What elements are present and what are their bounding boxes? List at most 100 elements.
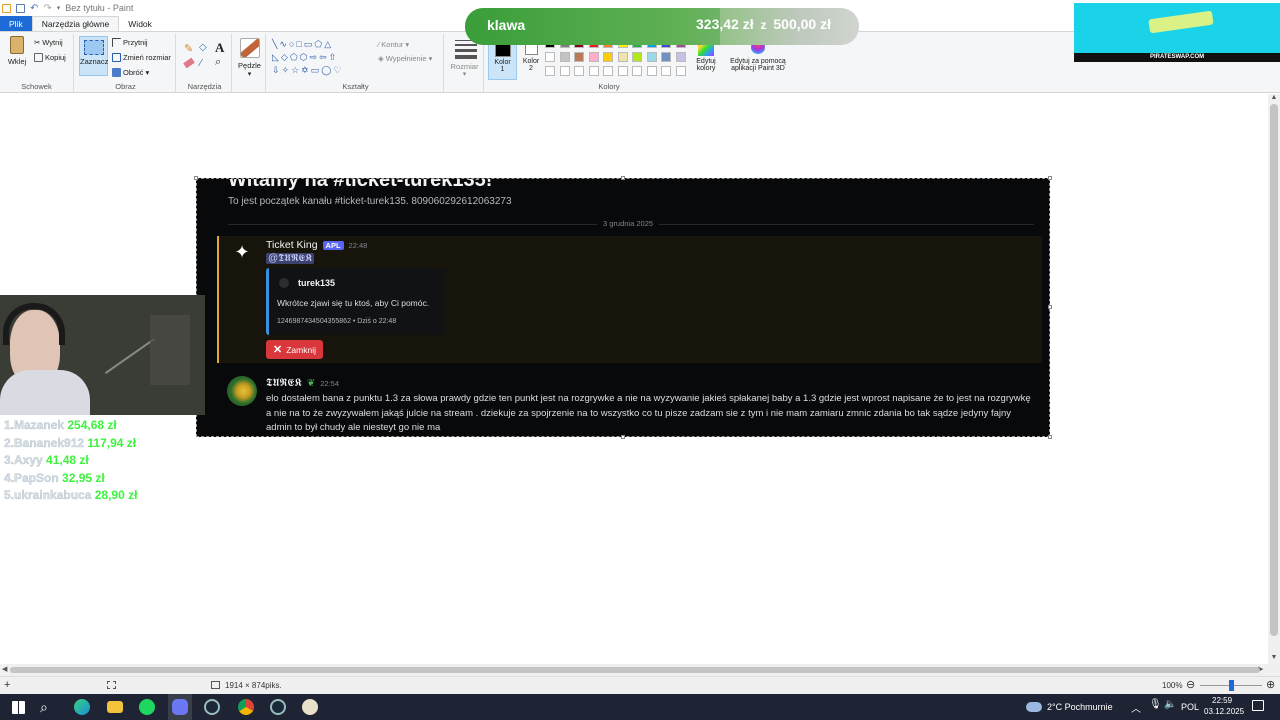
curve-shape-icon[interactable]: ∿ <box>279 39 289 49</box>
pentagon-shape-icon[interactable]: ⬠ <box>290 52 300 62</box>
windows-start-icon[interactable] <box>12 701 25 714</box>
diamond-shape-icon[interactable]: ◇ <box>281 52 290 62</box>
spotify-icon[interactable] <box>139 699 155 715</box>
copy-button[interactable]: Kopiuj <box>34 53 66 62</box>
triangle-shape-icon[interactable]: △ <box>324 39 333 49</box>
pencil-icon[interactable]: ✎ <box>184 42 193 55</box>
palette-swatch[interactable] <box>545 52 555 62</box>
oval-callout-shape-icon[interactable]: ◯ <box>321 65 333 75</box>
message-author[interactable]: Ticket King <box>266 239 318 251</box>
message-author[interactable]: 𝕿𝖀𝕽𝕰𝕶 <box>266 377 302 390</box>
palette-swatch-empty[interactable] <box>545 66 555 76</box>
brushes-group[interactable]: Pędzle ▾ <box>234 34 266 92</box>
zoom-out-icon[interactable]: ⊖ <box>1186 678 1195 691</box>
text-tool-icon[interactable]: A <box>215 40 224 56</box>
volume-icon[interactable]: 🔈 <box>1164 699 1176 710</box>
selection-handle[interactable] <box>621 435 625 439</box>
paste-button[interactable]: Wklej <box>4 36 30 76</box>
palette-swatch-empty[interactable] <box>646 66 657 76</box>
top-donors-board: 1.Mazanek 254,68 zł 2.Bananek912 117,94 z… <box>4 418 204 506</box>
palette-swatch-empty[interactable] <box>559 66 570 76</box>
arrow-up-shape-icon[interactable]: ⇧ <box>329 52 339 62</box>
selection-handle[interactable] <box>1048 435 1052 439</box>
rectangle-shape-icon[interactable]: □ <box>296 39 303 49</box>
palette-swatch-empty[interactable] <box>574 66 584 76</box>
zoom-in-icon[interactable]: ⊕ <box>1266 678 1275 691</box>
selection-handle[interactable] <box>1048 176 1052 180</box>
weather-text[interactable]: 2°C Pochmurnie <box>1047 702 1113 712</box>
tab-home[interactable]: Narzędzia główne <box>31 16 120 31</box>
rotate-button[interactable]: Obróć ▾ <box>112 68 149 77</box>
palette-swatch-empty[interactable] <box>632 66 642 76</box>
steam-icon[interactable] <box>270 699 286 715</box>
palette-swatch-empty[interactable] <box>661 66 671 76</box>
palette-swatch[interactable] <box>632 52 642 62</box>
magnifier-icon[interactable]: ⌕ <box>215 56 221 69</box>
chevron-up-icon[interactable]: ︿ <box>1131 700 1141 715</box>
zoom-slider-thumb[interactable] <box>1229 680 1234 691</box>
palette-swatch-empty[interactable] <box>588 66 599 76</box>
palette-swatch[interactable] <box>603 52 613 62</box>
microphone-icon[interactable]: 🎙 <box>1149 699 1162 710</box>
arrow-down-shape-icon[interactable]: ⇩ <box>272 65 282 75</box>
scroll-left-icon[interactable]: ◀ <box>2 665 7 673</box>
palette-swatch[interactable] <box>588 52 599 62</box>
undo-icon[interactable]: ↶ <box>30 3 38 14</box>
palette-swatch[interactable] <box>574 52 584 62</box>
scroll-up-icon[interactable]: ▲ <box>1268 94 1280 101</box>
close-ticket-button[interactable]: ✕ Zamknij <box>266 340 323 359</box>
hexagon-shape-icon[interactable]: ⬡ <box>300 52 310 62</box>
search-icon[interactable]: ⌕ <box>40 699 56 715</box>
palette-swatch[interactable] <box>617 52 628 62</box>
heart-shape-icon[interactable]: ♡ <box>333 65 343 75</box>
selection-handle[interactable] <box>194 176 198 180</box>
notifications-icon[interactable] <box>1252 700 1264 711</box>
chrome-icon[interactable] <box>238 699 254 715</box>
eraser-icon[interactable] <box>183 57 195 69</box>
palette-swatch[interactable] <box>661 52 671 62</box>
palette-swatch-empty[interactable] <box>617 66 628 76</box>
file-explorer-icon[interactable] <box>107 701 123 713</box>
quick-access-dropdown-icon[interactable]: ▾ <box>57 4 61 12</box>
rounded-rectangle-shape-icon[interactable]: ▭ <box>304 39 315 49</box>
palette-swatch-empty[interactable] <box>675 66 686 76</box>
star4-shape-icon[interactable]: ✧ <box>282 65 292 75</box>
selection-handle[interactable] <box>621 176 625 180</box>
steam-icon[interactable] <box>204 699 220 715</box>
palette-swatch[interactable] <box>675 52 686 62</box>
pasted-image-selection[interactable]: Witamy na #ticket-turek135! To jest pocz… <box>196 178 1050 437</box>
save-icon[interactable] <box>16 3 25 13</box>
resize-button[interactable]: Zmień rozmiar <box>112 53 171 62</box>
callout-shape-icon[interactable]: ▭ <box>311 65 322 75</box>
outline-button[interactable]: ⁄ Kontur ▾ <box>378 40 409 49</box>
edge-icon[interactable] <box>74 699 90 715</box>
arrow-right-shape-icon[interactable]: ⇨ <box>310 52 320 62</box>
select-button[interactable]: Zaznacz <box>79 36 108 76</box>
star5-shape-icon[interactable]: ☆ <box>291 65 301 75</box>
crop-button[interactable]: Przytnij <box>112 38 148 47</box>
tab-view[interactable]: Widok <box>119 16 161 31</box>
user-mention[interactable]: @𝕿𝖀𝕽𝕰𝕶 <box>266 253 315 264</box>
scroll-down-icon[interactable]: ▼ <box>1268 654 1280 661</box>
clock-date[interactable]: 03.12.2025 <box>1204 707 1244 716</box>
clock-time[interactable]: 22:59 <box>1212 696 1232 705</box>
selection-handle[interactable] <box>1048 305 1052 309</box>
shapes-gallery[interactable]: ╲∿○□▭⬠△ ◺◇⬠⬡⇨⇦⇧ ⇩✧☆✡▭◯♡ <box>272 38 368 80</box>
horizontal-scroll-thumb[interactable] <box>10 667 1260 673</box>
paint-icon[interactable] <box>302 699 318 715</box>
fill-button[interactable]: ◈ Wypełnienie ▾ <box>378 54 432 63</box>
fill-bucket-icon[interactable]: ◇ <box>199 42 207 53</box>
color-picker-icon[interactable]: ⁄ <box>200 58 202 69</box>
polygon-shape-icon[interactable]: ⬠ <box>314 39 324 49</box>
right-triangle-shape-icon[interactable]: ◺ <box>272 52 281 62</box>
arrow-left-shape-icon[interactable]: ⇦ <box>319 52 329 62</box>
language-indicator[interactable]: POL <box>1181 702 1199 712</box>
vertical-scroll-thumb[interactable] <box>1270 104 1278 636</box>
palette-swatch[interactable] <box>559 52 570 62</box>
cut-button[interactable]: ✂ Wytnij <box>34 38 63 47</box>
redo-icon[interactable]: ↷ <box>43 3 51 14</box>
star6-shape-icon[interactable]: ✡ <box>301 65 311 75</box>
palette-swatch[interactable] <box>646 52 657 62</box>
tab-file[interactable]: Plik <box>0 16 32 31</box>
palette-swatch-empty[interactable] <box>603 66 613 76</box>
